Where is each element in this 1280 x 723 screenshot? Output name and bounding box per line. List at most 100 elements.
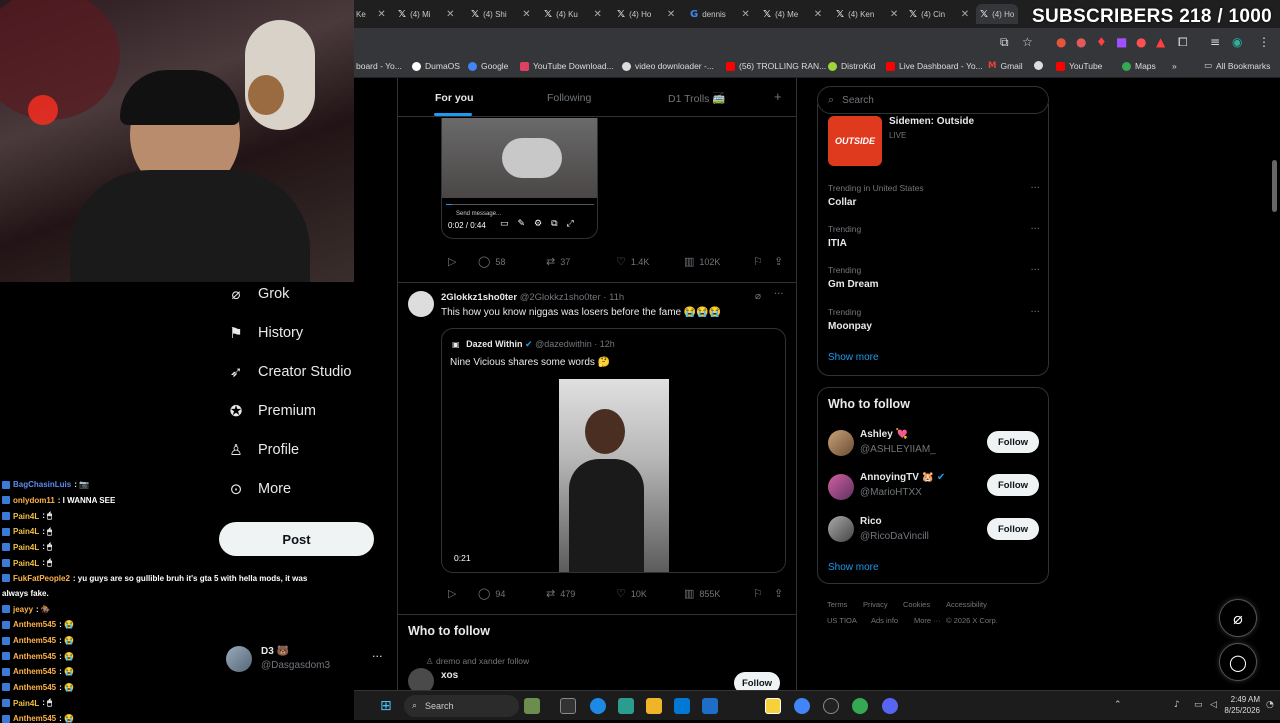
bookmark-item[interactable]: Google [468,61,508,71]
browser-menu-icon[interactable]: ⋮ [1258,35,1270,49]
bookmark-item[interactable]: (56) TROLLING RAN... [726,61,826,71]
more-dots-icon[interactable]: ··· [1030,224,1040,235]
bookmark-button[interactable]: ⚐ [753,255,763,268]
bookmark-button[interactable]: ⚐ [753,587,763,600]
browser-tab[interactable]: 𝕏 (4) Cin ✕ [909,4,969,24]
messages-floating-button[interactable]: ◯ [1219,643,1257,681]
tweet-author-name[interactable]: 2Glokkz1sho0ter [441,292,517,303]
grok-floating-button[interactable]: ⌀ [1219,599,1257,637]
browser-tab[interactable]: 𝕏 (4) Ho ✕ [617,4,675,24]
bookmark-item[interactable]: board - Yo... [356,61,402,71]
browser-tab[interactable]: Gdennis ✕ [690,4,750,24]
footer-link-cookies[interactable]: Cookies [903,600,930,609]
send-message-input[interactable]: Send message... [456,211,501,217]
nav-item-creator-studio[interactable]: ➶ Creator Studio [228,363,352,381]
install-app-icon[interactable]: ⧉ [1000,35,1009,50]
footer-link-ads-info[interactable]: Ads info [871,616,898,625]
footer-link-privacy[interactable]: Privacy [863,600,888,609]
microsoft-store-icon[interactable] [674,698,690,714]
footer-link-accessibility[interactable]: Accessibility [946,600,987,609]
follow-suggestion-name[interactable]: xos [441,670,458,681]
nav-item-grok[interactable]: ⌀ Grok [228,285,289,303]
like-button[interactable]: ♡ 1.4K [616,255,649,268]
chrome-icon[interactable] [794,698,810,714]
live-thumbnail[interactable]: OUTSIDE [828,116,882,166]
footer-link-more[interactable]: More ··· [914,616,941,625]
browser-tab-active[interactable]: 𝕏 (4) Ho [976,4,1019,24]
show-more-link[interactable]: Show more [828,562,879,573]
bookmark-item[interactable]: M Gmail [988,61,1023,71]
browser-tab[interactable]: Ke ✕ [356,4,386,24]
follow-user-handle[interactable]: @RicoDaVincill [860,531,929,542]
nav-item-premium[interactable]: ✪ Premium [228,402,316,420]
video-progress-track[interactable] [446,204,594,205]
grok-analyze-icon[interactable]: ⌀ [755,291,761,302]
network-icon[interactable]: ▭ [1194,700,1203,710]
footer-link-us-tioa[interactable]: US TIOA [827,616,857,625]
taskbar-time[interactable]: 2:49 AM [1220,695,1260,704]
close-icon[interactable]: ✕ [522,9,530,20]
extension-icon[interactable]: ♦ [1096,35,1107,49]
follow-user-name-row[interactable]: AnnoyingTV 🐹 ✔ [860,472,945,483]
trend-item[interactable]: Trending Moonpay ··· [828,307,1040,332]
close-icon[interactable]: ✕ [890,9,898,20]
tray-chevron-icon[interactable]: ⌃ [1114,700,1122,710]
browser-tab[interactable]: 𝕏 (4) Ku ✕ [544,4,602,24]
all-bookmarks[interactable]: ▭ All Bookmarks [1204,61,1270,71]
live-title[interactable]: Sidemen: Outside [889,116,974,127]
tweet-video[interactable]: Send message... 0:02 / 0:44 ▭✎⚙⧉⤢ [441,118,598,239]
taskbar-app-icon[interactable] [618,698,634,714]
tab-for-you[interactable]: For you [435,92,474,104]
bookmark-item[interactable]: DistroKid [828,61,875,71]
bookmarks-overflow-icon[interactable]: » [1172,61,1177,71]
tweet-author-handle[interactable]: @2Glokkz1sho0ter [520,292,601,303]
more-dots-icon[interactable]: ··· [1030,265,1040,276]
discord-icon[interactable] [882,698,898,714]
avatar[interactable] [828,474,854,500]
chrome-icon[interactable] [852,698,868,714]
close-icon[interactable]: ✕ [961,9,969,20]
follow-button[interactable]: Follow [987,474,1039,496]
tab-following[interactable]: Following [547,92,591,104]
play-button[interactable]: ▷ [448,587,456,600]
follow-user-handle[interactable]: @ASHLEYIIAM_ [860,444,936,455]
views-button[interactable]: ▥ 855K [684,587,720,600]
video-controls-icons[interactable]: ▭✎⚙⧉⤢ [500,219,583,229]
reply-button[interactable]: ◯ 58 [478,255,505,268]
bookmark-item[interactable]: Live Dashboard - Yo... [886,61,983,71]
close-icon[interactable]: ✕ [667,9,675,20]
close-icon[interactable]: ✕ [446,9,454,20]
quoted-video[interactable]: 0:21 [442,379,785,572]
close-icon[interactable]: ✕ [741,9,749,20]
quoted-tweet[interactable]: ▣ Dazed Within ✔ @dazedwithin · 12h Nine… [441,328,786,573]
task-view-icon[interactable] [560,698,576,714]
close-icon[interactable]: ✕ [377,9,385,20]
add-tab-icon[interactable]: + [774,89,782,104]
bookmark-item[interactable]: YouTube [1056,61,1102,71]
file-explorer-icon[interactable] [646,698,662,714]
views-button[interactable]: ▥ 102K [684,255,720,268]
trend-item[interactable]: Trending ITIA ··· [828,224,1040,249]
extension-icon[interactable]: ▲ [1156,35,1165,49]
taskbar-date[interactable]: 8/25/2026 [1214,706,1260,715]
extension-fire-icon[interactable]: ● [1056,35,1066,49]
nav-item-history[interactable]: ⚑ History [228,324,303,342]
reply-button[interactable]: ◯ 94 [478,587,505,600]
edge-icon[interactable] [590,698,606,714]
extension-icon[interactable]: ■ [1116,35,1127,49]
show-more-link[interactable]: Show more [828,352,879,363]
taskbar-app-icon[interactable] [524,698,540,714]
avatar[interactable] [408,291,434,317]
repost-button[interactable]: ⇄ 479 [546,587,575,600]
avatar[interactable] [828,430,854,456]
bookmark-item[interactable]: Maps [1122,61,1156,71]
bookmark-item[interactable] [1034,61,1043,70]
trend-item[interactable]: Trending Gm Dream ··· [828,265,1040,290]
more-dots-icon[interactable]: ··· [774,289,784,300]
extension-icon[interactable]: ● [1136,35,1146,49]
repost-button[interactable]: ⇄ 37 [546,255,570,268]
profile-avatar-icon[interactable]: ◉ [1232,35,1242,49]
share-button[interactable]: ⇪ [774,587,783,600]
media-queue-icon[interactable]: ≡ [1210,35,1220,49]
taskbar-search[interactable]: ⌕ Search [404,695,519,717]
